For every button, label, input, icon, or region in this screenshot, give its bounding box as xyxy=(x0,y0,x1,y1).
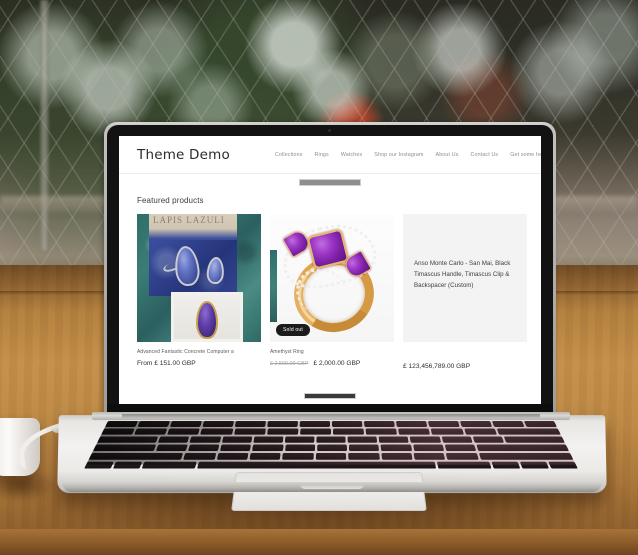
browser-viewport[interactable]: Theme Demo Collections Rings Watches Sho… xyxy=(119,136,541,407)
keyboard-row xyxy=(105,421,557,427)
product-grid: LAPIS LAZULI Advanced Fantastic Concrete… xyxy=(137,214,527,370)
screenshot-scene: Theme Demo Collections Rings Watches Sho… xyxy=(0,0,638,555)
product-image-placeholder[interactable]: Anso Monte Carlo - San Mai, Black Timasc… xyxy=(403,214,527,342)
main-navigation: Collections Rings Watches Shop our Insta… xyxy=(275,152,541,158)
site-header: Theme Demo Collections Rings Watches Sho… xyxy=(119,136,541,174)
footer-placeholder-bar xyxy=(304,393,356,399)
laptop-open-notch xyxy=(300,484,364,489)
hero-placeholder-bar-row xyxy=(119,174,541,190)
webcam-icon xyxy=(328,129,331,132)
product-price: £ 2,500.00 GBP £ 2,000.00 GBP xyxy=(270,360,394,367)
nav-item-rings[interactable]: Rings xyxy=(315,152,329,158)
product-price: £ 123,456,789.00 GBP xyxy=(403,363,527,370)
keyboard[interactable] xyxy=(84,421,578,469)
section-title: Featured products xyxy=(137,196,204,205)
nav-item-shop-our-instagram[interactable]: Shop our Instagram xyxy=(374,152,423,158)
product-info: Advanced Fantastic Concrete Computer a F… xyxy=(137,342,261,367)
product-price-value: £ 123,456,789.00 GBP xyxy=(403,363,471,370)
page-body: Featured products LAPIS LAZULI Advanced … xyxy=(119,190,541,370)
keyboard-row xyxy=(88,452,574,460)
lapis-inset-photo xyxy=(174,295,240,339)
hinge-strip xyxy=(122,414,540,418)
nav-item-collections[interactable]: Collections xyxy=(275,152,303,158)
laptop: Theme Demo Collections Rings Watches Sho… xyxy=(0,0,638,555)
product-title[interactable]: Advanced Fantastic Concrete Computer a xyxy=(137,349,261,356)
site-logo[interactable]: Theme Demo xyxy=(137,147,230,163)
product-title[interactable] xyxy=(403,349,527,359)
keyboard-row xyxy=(84,461,578,469)
product-price-value: From £ 151.00 GBP xyxy=(137,360,196,367)
lapis-inset-frame xyxy=(171,292,243,342)
table-front-edge xyxy=(0,529,638,555)
nav-item-contact-us[interactable]: Contact Us xyxy=(471,152,499,158)
product-info: £ 123,456,789.00 GBP xyxy=(403,342,527,370)
keyboard-row xyxy=(101,428,561,435)
product-title[interactable]: Amethyst Ring xyxy=(270,349,394,356)
hero-placeholder-bar xyxy=(299,178,361,186)
nav-item-watches[interactable]: Watches xyxy=(341,152,362,158)
nav-item-about-us[interactable]: About Us xyxy=(436,152,459,158)
product-price-value: £ 2,000.00 GBP xyxy=(313,360,361,367)
keyboard-row xyxy=(92,444,570,452)
product-image[interactable]: Sold out xyxy=(270,214,394,342)
product-card[interactable]: Sold out Amethyst Ring £ 2,500.00 GBP £ … xyxy=(270,214,394,370)
product-compare-at-price: £ 2,500.00 GBP xyxy=(270,361,309,367)
product-card[interactable]: Anso Monte Carlo - San Mai, Black Timasc… xyxy=(403,214,527,370)
nav-item-get-some-help-label: Get some help! xyxy=(510,151,541,158)
sold-out-badge: Sold out xyxy=(276,324,310,336)
product-price: From £ 151.00 GBP xyxy=(137,360,261,367)
lapis-caption: LAPIS LAZULI xyxy=(153,215,225,225)
product-info: Amethyst Ring £ 2,500.00 GBP £ 2,000.00 … xyxy=(270,342,394,367)
nav-item-get-some-help[interactable]: Get some help! xyxy=(510,152,541,158)
product-card[interactable]: LAPIS LAZULI Advanced Fantastic Concrete… xyxy=(137,214,261,370)
adjacent-image-edge xyxy=(270,250,277,322)
keyboard-row xyxy=(97,436,565,443)
purple-gem xyxy=(196,301,218,339)
product-placeholder-title: Anso Monte Carlo - San Mai, Black Timasc… xyxy=(414,260,511,289)
lapis-inner-photo: LAPIS LAZULI xyxy=(149,214,237,296)
product-image[interactable]: LAPIS LAZULI xyxy=(137,214,261,342)
